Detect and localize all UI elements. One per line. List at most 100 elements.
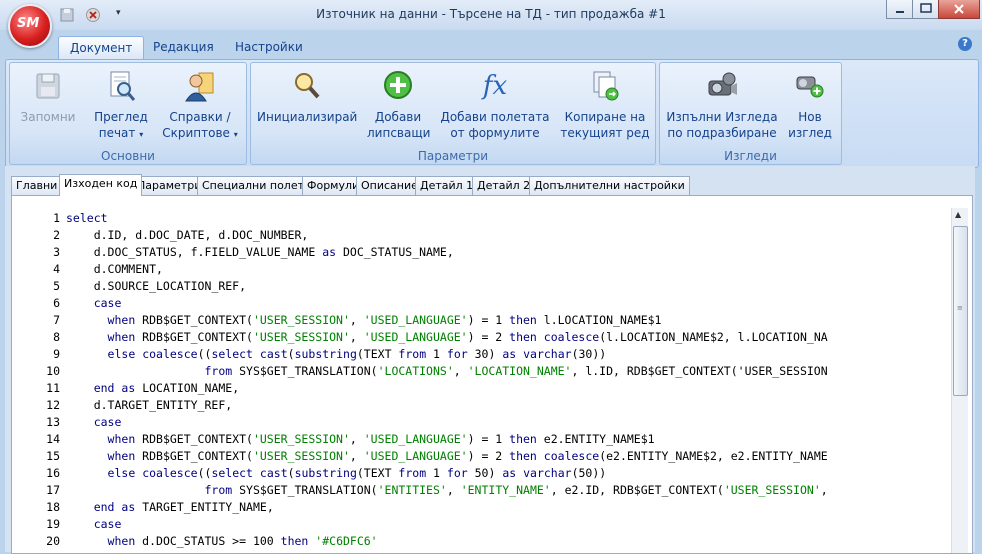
save-button[interactable]: Запомни — [18, 69, 78, 125]
code-line[interactable]: from SYS$GET_TRANSLATION('LOCATIONS', 'L… — [66, 364, 827, 378]
content-area: Главни Изходен код Параметри Специални п… — [5, 166, 975, 554]
line-number: 6 — [53, 296, 60, 310]
reports-label-2: Скриптове — [162, 126, 230, 140]
code-line[interactable]: when RDB$GET_CONTEXT('USER_SESSION', 'US… — [66, 449, 828, 463]
help-icon[interactable]: ? — [958, 37, 972, 51]
add-formula-label-2: от формулите — [450, 126, 540, 140]
grip-icon: ≡ — [957, 304, 963, 312]
code-line[interactable]: else coalesce((select cast(substring(TEX… — [66, 347, 607, 361]
new-view-button[interactable]: Нов изглед — [784, 69, 836, 141]
preview-label-2: печат — [98, 126, 136, 140]
code-line[interactable]: end as TARGET_ENTITY_NAME, — [66, 500, 274, 514]
tab-source-code[interactable]: Изходен код — [59, 174, 143, 196]
code-line[interactable]: case — [66, 517, 122, 531]
group-views: Изпълни Изгледа по подразбиране Нов изгл… — [659, 62, 842, 165]
copy-label-1: Копиране на — [564, 110, 646, 124]
print-preview-button[interactable]: Преглед печат ▾ — [86, 69, 156, 143]
initialize-label: Инициализирай — [257, 110, 358, 124]
line-number: 13 — [46, 415, 60, 429]
line-number: 3 — [53, 245, 60, 259]
tab-settings[interactable]: Настройки — [224, 36, 314, 58]
vertical-scrollbar[interactable]: ▲ ≡ — [951, 208, 968, 553]
tab-formulas[interactable]: Формули — [302, 176, 365, 195]
add-missing-label-1: Добави — [374, 110, 422, 124]
code-line[interactable]: when RDB$GET_CONTEXT('USER_SESSION', 'US… — [66, 330, 828, 344]
code-line[interactable]: d.COMMENT, — [66, 262, 163, 276]
line-number: 1 — [53, 211, 60, 225]
initialize-button[interactable]: Инициализирай — [257, 69, 357, 125]
line-number: 20 — [46, 534, 60, 548]
ribbon-tabs: Документ Редакция Настройки — [0, 30, 982, 60]
group-views-label: Изгледи — [724, 149, 777, 163]
code-line[interactable]: else coalesce((select cast(substring(TEX… — [66, 466, 607, 480]
tab-detail-2[interactable]: Детайл 2 — [472, 176, 536, 195]
line-number: 15 — [46, 449, 60, 463]
code-line[interactable]: when RDB$GET_CONTEXT('USER_SESSION', 'US… — [66, 313, 662, 327]
code-line[interactable]: when d.DOC_STATUS >= 100 then '#C6DFC6' — [66, 534, 378, 548]
code-line[interactable]: end as LOCATION_NAME, — [66, 381, 239, 395]
code-line[interactable]: case — [66, 296, 122, 310]
default-view-label-2: по подразбиране — [667, 126, 777, 140]
group-basic: Запомни Преглед печат ▾ Справки / Скрипт… — [9, 62, 247, 165]
line-number: 18 — [46, 500, 60, 514]
chevron-down-icon: ▾ — [139, 130, 144, 139]
tab-main[interactable]: Главни — [11, 176, 63, 195]
group-basic-label: Основни — [101, 149, 155, 163]
run-default-view-button[interactable]: Изпълни Изгледа по подразбиране — [666, 69, 778, 141]
copy-label-2: текущият ред — [560, 126, 650, 140]
minimize-button[interactable] — [886, 0, 914, 19]
group-parameters: Инициализирай Добави липсващи fx Добави … — [250, 62, 656, 165]
reports-scripts-button[interactable]: Справки / Скриптове ▾ — [160, 69, 240, 143]
save-label: Запомни — [20, 110, 76, 124]
copy-document-icon — [588, 69, 622, 103]
app-logo-text: SM — [17, 16, 40, 31]
magnifier-icon — [290, 69, 324, 103]
scrollbar-thumb[interactable]: ≡ — [953, 226, 968, 396]
line-number: 4 — [53, 262, 60, 276]
code-line[interactable]: d.ID, d.DOC_DATE, d.DOC_NUMBER, — [66, 228, 309, 242]
fx-icon: fx — [482, 71, 508, 101]
code-line[interactable]: case — [66, 415, 122, 429]
copy-row-button[interactable]: Копиране на текущият ред — [559, 69, 651, 141]
scroll-up-icon[interactable]: ▲ — [955, 210, 961, 219]
ribbon: Запомни Преглед печат ▾ Справки / Скрипт… — [5, 59, 979, 168]
plus-circle-icon — [381, 69, 415, 103]
tab-special-fields[interactable]: Специални полета — [197, 176, 316, 195]
add-formula-fields-button[interactable]: fx Добави полетата от формулите — [439, 69, 551, 141]
add-missing-button[interactable]: Добави липсващи — [367, 69, 431, 141]
group-parameters-label: Параметри — [417, 149, 489, 163]
code-line[interactable]: d.DOC_STATUS, f.FIELD_VALUE_NAME as DOC_… — [66, 245, 454, 259]
line-number: 11 — [46, 381, 60, 395]
new-view-icon — [793, 69, 827, 103]
projector-icon — [705, 69, 739, 103]
tab-description[interactable]: Описание — [356, 176, 423, 195]
code-editor[interactable]: 1 select 2 d.ID, d.DOC_DATE, d.DOC_NUMBER,… — [24, 208, 944, 553]
source-code-panel: 1 select 2 d.ID, d.DOC_DATE, d.DOC_NUMBER,… — [11, 195, 973, 554]
add-formula-label-1: Добави полетата — [440, 110, 550, 124]
add-missing-label-2: липсващи — [367, 126, 431, 140]
close-button[interactable] — [938, 0, 980, 19]
tab-detail-1[interactable]: Детайл 1 — [415, 176, 479, 195]
line-number: 7 — [53, 313, 60, 327]
maximize-button[interactable] — [912, 0, 940, 19]
line-number: 16 — [46, 466, 60, 480]
window-title: Източник на данни - Търсене на ТД - тип … — [316, 7, 666, 21]
app-menu-button[interactable]: SM — [8, 4, 52, 48]
tab-parameters[interactable]: Параметри — [132, 176, 207, 195]
code-line[interactable]: d.TARGET_ENTITY_REF, — [66, 398, 232, 412]
line-number: 8 — [53, 330, 60, 344]
tab-edit[interactable]: Редакция — [142, 36, 225, 58]
line-number: 5 — [53, 279, 60, 293]
tab-document[interactable]: Документ — [58, 36, 145, 59]
code-line[interactable]: select — [66, 211, 108, 225]
tab-additional-settings[interactable]: Допълнителни настройки — [529, 176, 690, 195]
code-line[interactable]: from SYS$GET_TRANSLATION('ENTITIES', 'EN… — [66, 483, 827, 497]
title-bar: ▾ Източник на данни - Търсене на ТД - ти… — [0, 0, 982, 30]
code-line[interactable]: d.SOURCE_LOCATION_REF, — [66, 279, 246, 293]
line-number: 17 — [46, 483, 60, 497]
code-line[interactable]: when RDB$GET_CONTEXT('USER_SESSION', 'US… — [66, 432, 655, 446]
preview-label-1: Преглед — [94, 110, 148, 124]
disk-icon — [31, 69, 65, 103]
line-number: 14 — [46, 432, 60, 446]
default-view-label-1: Изпълни Изгледа — [666, 110, 778, 124]
